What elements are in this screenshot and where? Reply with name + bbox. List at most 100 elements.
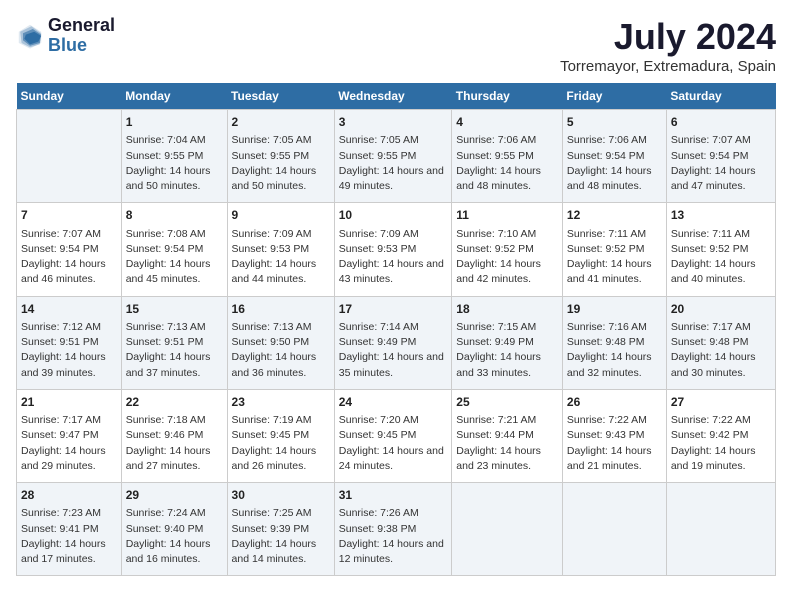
calendar-cell: 26 Sunrise: 7:22 AMSunset: 9:43 PMDayligh… (562, 389, 666, 482)
day-number: 27 (671, 394, 771, 411)
day-number: 14 (21, 301, 117, 318)
calendar-cell: 22 Sunrise: 7:18 AMSunset: 9:46 PMDayligh… (121, 389, 227, 482)
calendar-cell: 23 Sunrise: 7:19 AMSunset: 9:45 PMDayligh… (227, 389, 334, 482)
calendar-cell: 8 Sunrise: 7:08 AMSunset: 9:54 PMDaylight… (121, 203, 227, 296)
cell-info: Sunrise: 7:06 AMSunset: 9:55 PMDaylight:… (456, 133, 558, 194)
day-number: 28 (21, 487, 117, 504)
day-number: 29 (126, 487, 223, 504)
day-number: 21 (21, 394, 117, 411)
calendar-cell (17, 110, 122, 203)
calendar-cell: 1Sunrise: 7:04 AMSunset: 9:55 PMDaylight… (121, 110, 227, 203)
day-number: 30 (232, 487, 330, 504)
calendar-cell: 3 Sunrise: 7:05 AMSunset: 9:55 PMDaylight… (334, 110, 452, 203)
day-number: 17 (339, 301, 448, 318)
calendar-cell (452, 483, 563, 576)
day-number: 9 (232, 207, 330, 224)
cell-info: Sunrise: 7:15 AMSunset: 9:49 PMDaylight:… (456, 320, 558, 381)
day-number: 26 (567, 394, 662, 411)
cell-info: Sunrise: 7:05 AMSunset: 9:55 PMDaylight:… (232, 133, 330, 194)
calendar-cell: 29 Sunrise: 7:24 AMSunset: 9:40 PMDayligh… (121, 483, 227, 576)
day-number: 23 (232, 394, 330, 411)
calendar-cell (666, 483, 775, 576)
logo: General Blue (16, 16, 115, 56)
day-header-sunday: Sunday (17, 83, 122, 110)
cell-info: Sunrise: 7:12 AMSunset: 9:51 PMDaylight:… (21, 320, 117, 381)
cell-info: Sunrise: 7:18 AMSunset: 9:46 PMDaylight:… (126, 413, 223, 474)
calendar-cell: 6 Sunrise: 7:07 AMSunset: 9:54 PMDaylight… (666, 110, 775, 203)
title-area: July 2024 Torremayor, Extremadura, Spain (560, 16, 776, 75)
calendar-cell: 15 Sunrise: 7:13 AMSunset: 9:51 PMDayligh… (121, 296, 227, 389)
cell-info: Sunrise: 7:17 AMSunset: 9:47 PMDaylight:… (21, 413, 117, 474)
calendar-week-row: 1Sunrise: 7:04 AMSunset: 9:55 PMDaylight… (17, 110, 776, 203)
day-number: 4 (456, 114, 558, 131)
cell-info: Sunrise: 7:11 AMSunset: 9:52 PMDaylight:… (671, 227, 771, 288)
cell-info: Sunrise: 7:13 AMSunset: 9:51 PMDaylight:… (126, 320, 223, 381)
cell-info: Sunrise: 7:08 AMSunset: 9:54 PMDaylight:… (126, 227, 223, 288)
calendar-cell: 12Sunrise: 7:11 AMSunset: 9:52 PMDayligh… (562, 203, 666, 296)
day-number: 6 (671, 114, 771, 131)
day-header-wednesday: Wednesday (334, 83, 452, 110)
calendar-week-row: 14 Sunrise: 7:12 AMSunset: 9:51 PMDayligh… (17, 296, 776, 389)
calendar-week-row: 7 Sunrise: 7:07 AMSunset: 9:54 PMDaylight… (17, 203, 776, 296)
cell-info: Sunrise: 7:07 AMSunset: 9:54 PMDaylight:… (21, 227, 117, 288)
calendar-cell: 14 Sunrise: 7:12 AMSunset: 9:51 PMDayligh… (17, 296, 122, 389)
cell-info: Sunrise: 7:22 AMSunset: 9:43 PMDaylight:… (567, 413, 662, 474)
day-header-friday: Friday (562, 83, 666, 110)
day-number: 8 (126, 207, 223, 224)
day-number: 20 (671, 301, 771, 318)
cell-info: Sunrise: 7:07 AMSunset: 9:54 PMDaylight:… (671, 133, 771, 194)
calendar-week-row: 28 Sunrise: 7:23 AMSunset: 9:41 PMDayligh… (17, 483, 776, 576)
day-number: 3 (339, 114, 448, 131)
day-number: 5 (567, 114, 662, 131)
calendar-cell: 31Sunrise: 7:26 AMSunset: 9:38 PMDayligh… (334, 483, 452, 576)
cell-info: Sunrise: 7:25 AMSunset: 9:39 PMDaylight:… (232, 506, 330, 567)
calendar-cell: 18 Sunrise: 7:15 AMSunset: 9:49 PMDayligh… (452, 296, 563, 389)
day-header-thursday: Thursday (452, 83, 563, 110)
day-header-monday: Monday (121, 83, 227, 110)
cell-info: Sunrise: 7:09 AMSunset: 9:53 PMDaylight:… (339, 227, 448, 288)
cell-info: Sunrise: 7:20 AMSunset: 9:45 PMDaylight:… (339, 413, 448, 474)
calendar-cell: 21 Sunrise: 7:17 AMSunset: 9:47 PMDayligh… (17, 389, 122, 482)
cell-info: Sunrise: 7:10 AMSunset: 9:52 PMDaylight:… (456, 227, 558, 288)
day-header-saturday: Saturday (666, 83, 775, 110)
calendar-cell: 24 Sunrise: 7:20 AMSunset: 9:45 PMDayligh… (334, 389, 452, 482)
calendar-cell: 25Sunrise: 7:21 AMSunset: 9:44 PMDayligh… (452, 389, 563, 482)
calendar-cell: 5Sunrise: 7:06 AMSunset: 9:54 PMDaylight… (562, 110, 666, 203)
logo-icon (16, 22, 44, 50)
day-number: 16 (232, 301, 330, 318)
calendar-cell: 27Sunrise: 7:22 AMSunset: 9:42 PMDayligh… (666, 389, 775, 482)
day-number: 7 (21, 207, 117, 224)
cell-info: Sunrise: 7:05 AMSunset: 9:55 PMDaylight:… (339, 133, 448, 194)
header: General Blue July 2024 Torremayor, Extre… (16, 16, 776, 75)
day-number: 22 (126, 394, 223, 411)
day-number: 18 (456, 301, 558, 318)
cell-info: Sunrise: 7:14 AMSunset: 9:49 PMDaylight:… (339, 320, 448, 381)
day-number: 13 (671, 207, 771, 224)
calendar-cell: 11Sunrise: 7:10 AMSunset: 9:52 PMDayligh… (452, 203, 563, 296)
calendar-cell: 17 Sunrise: 7:14 AMSunset: 9:49 PMDayligh… (334, 296, 452, 389)
calendar-cell: 20 Sunrise: 7:17 AMSunset: 9:48 PMDayligh… (666, 296, 775, 389)
cell-info: Sunrise: 7:13 AMSunset: 9:50 PMDaylight:… (232, 320, 330, 381)
day-number: 15 (126, 301, 223, 318)
logo-text: General Blue (48, 16, 115, 56)
cell-info: Sunrise: 7:24 AMSunset: 9:40 PMDaylight:… (126, 506, 223, 567)
calendar-header-row: SundayMondayTuesdayWednesdayThursdayFrid… (17, 83, 776, 110)
day-number: 24 (339, 394, 448, 411)
calendar-week-row: 21 Sunrise: 7:17 AMSunset: 9:47 PMDayligh… (17, 389, 776, 482)
cell-info: Sunrise: 7:23 AMSunset: 9:41 PMDaylight:… (21, 506, 117, 567)
calendar-cell: 30 Sunrise: 7:25 AMSunset: 9:39 PMDayligh… (227, 483, 334, 576)
day-number: 31 (339, 487, 448, 504)
calendar-cell: 28 Sunrise: 7:23 AMSunset: 9:41 PMDayligh… (17, 483, 122, 576)
cell-info: Sunrise: 7:09 AMSunset: 9:53 PMDaylight:… (232, 227, 330, 288)
day-number: 19 (567, 301, 662, 318)
subtitle: Torremayor, Extremadura, Spain (560, 58, 776, 75)
day-number: 10 (339, 207, 448, 224)
calendar-cell: 16 Sunrise: 7:13 AMSunset: 9:50 PMDayligh… (227, 296, 334, 389)
cell-info: Sunrise: 7:17 AMSunset: 9:48 PMDaylight:… (671, 320, 771, 381)
main-title: July 2024 (560, 16, 776, 58)
calendar-cell: 2Sunrise: 7:05 AMSunset: 9:55 PMDaylight… (227, 110, 334, 203)
calendar-body: 1Sunrise: 7:04 AMSunset: 9:55 PMDaylight… (17, 110, 776, 576)
day-number: 1 (126, 114, 223, 131)
cell-info: Sunrise: 7:19 AMSunset: 9:45 PMDaylight:… (232, 413, 330, 474)
cell-info: Sunrise: 7:16 AMSunset: 9:48 PMDaylight:… (567, 320, 662, 381)
